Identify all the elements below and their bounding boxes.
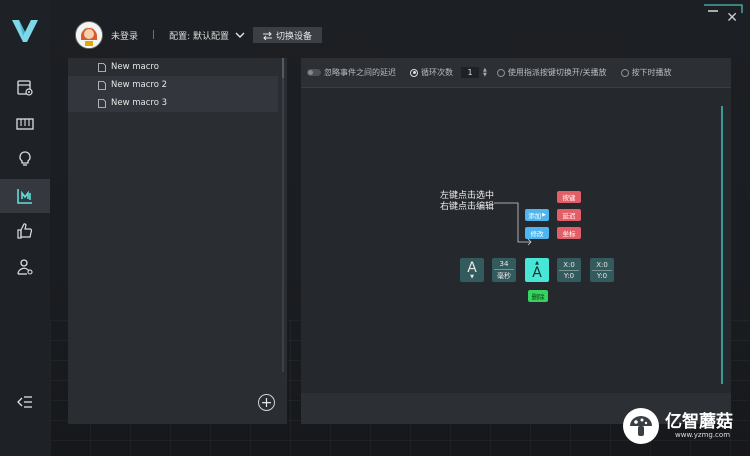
- logo-icon: [12, 20, 38, 42]
- macro-item-label: New macro 3: [111, 98, 168, 108]
- sidebar-item-lighting[interactable]: [0, 142, 50, 176]
- switch-device-label: 切换设备: [275, 31, 312, 42]
- keyboard-icon: [16, 118, 34, 130]
- add-delay-option[interactable]: 延迟: [557, 209, 581, 221]
- modify-event-button[interactable]: 修改: [525, 227, 549, 239]
- key-letter: A: [467, 259, 477, 276]
- add-macro-button[interactable]: +: [258, 394, 275, 411]
- close-button[interactable]: ✕: [726, 11, 738, 25]
- macro-item-label: New macro: [111, 62, 159, 72]
- file-icon: [98, 62, 106, 72]
- chevron-down-icon[interactable]: [235, 30, 245, 40]
- loop-count-stepper[interactable]: ▲ ▼: [483, 67, 487, 78]
- macro-item-label: New macro 2: [111, 80, 168, 90]
- avatar-image: [76, 22, 102, 48]
- macro-list-item[interactable]: New macro 2: [68, 76, 278, 94]
- press-play-option[interactable]: 按下时播放: [620, 67, 672, 78]
- key-letter: A: [532, 264, 542, 281]
- mouse-coord-event[interactable]: X:0 Y:0: [590, 258, 614, 282]
- header: 未登录 | 配置: 默认配置 切换设备: [75, 21, 322, 49]
- delay-event[interactable]: 34 毫秒: [492, 258, 516, 282]
- press-play-label: 按下时播放: [631, 68, 672, 77]
- loop-count-option[interactable]: 循环次数 1 ▲ ▼: [410, 67, 487, 78]
- login-status[interactable]: 未登录: [111, 29, 138, 42]
- sidebar-item-recommend[interactable]: [0, 214, 50, 248]
- thumbs-up-icon: [17, 223, 33, 239]
- hint-connector-line: [494, 202, 532, 246]
- add-label: 添加: [528, 212, 542, 220]
- collapse-sidebar-icon[interactable]: [17, 395, 33, 409]
- key-up-event-selected[interactable]: ▲ A: [525, 258, 549, 282]
- sidebar-item-account[interactable]: [0, 250, 50, 284]
- file-icon: [98, 98, 106, 108]
- watermark-brand: 亿智蘑菇: [665, 412, 733, 432]
- delete-label: 删除: [531, 293, 545, 301]
- swap-icon: [262, 31, 272, 40]
- sidebar-item-keyboard[interactable]: [0, 107, 50, 141]
- macro-list-scroll-thumb[interactable]: [282, 58, 284, 78]
- delay-tag-label: 延迟: [562, 212, 576, 220]
- coord-y: Y:0: [563, 271, 575, 280]
- radio-toggle-play[interactable]: [496, 68, 505, 77]
- add-mouse-option[interactable]: 坐标: [557, 227, 581, 239]
- delete-event-button[interactable]: 删除: [528, 290, 548, 302]
- file-icon: [98, 80, 106, 90]
- user-settings-icon: [17, 259, 33, 275]
- toggle-play-label: 使用指派按键切换开/关播放: [507, 68, 607, 77]
- header-separator: |: [152, 30, 156, 40]
- macro-list-item[interactable]: New macro 3: [68, 94, 278, 112]
- macro-list-panel: New macro New macro 2 New macro 3: [68, 58, 287, 424]
- editor-scrollbar[interactable]: [721, 106, 723, 384]
- radio-loop-count[interactable]: [410, 68, 418, 77]
- watermark: 亿智蘑菇 www.yzmg.com: [623, 408, 733, 444]
- mushroom-logo-icon: [623, 408, 659, 444]
- delay-unit: 毫秒: [497, 271, 511, 280]
- macro-list-scrollbar[interactable]: [282, 58, 284, 372]
- corner-decoration: [704, 4, 743, 13]
- avatar[interactable]: [75, 21, 103, 49]
- device-gear-icon: [17, 80, 33, 96]
- mouse-tag-label: 坐标: [562, 230, 576, 238]
- config-label[interactable]: 配置: 默认配置: [169, 29, 229, 42]
- add-key-option[interactable]: 按键: [557, 191, 581, 203]
- toggle-switch[interactable]: [307, 69, 321, 76]
- coord-x: X:0: [563, 260, 575, 269]
- radio-press-play[interactable]: [620, 68, 629, 77]
- sidebar-item-macro[interactable]: [0, 179, 50, 213]
- hint-line-2: 右键点击编辑: [440, 202, 495, 212]
- coord-y: Y:0: [596, 271, 608, 280]
- macro-list-item[interactable]: New macro: [68, 58, 278, 76]
- editor-toolbar: 忽略事件之间的延迟 循环次数 1 ▲ ▼ 使用指派按键切换开/关播放 按下时播放: [301, 58, 731, 88]
- key-tag-label: 按键: [562, 194, 576, 202]
- mouse-coord-event[interactable]: X:0 Y:0: [557, 258, 581, 282]
- add-event-button[interactable]: 添加 ▶: [525, 209, 549, 221]
- loop-count-input[interactable]: 1: [461, 67, 479, 78]
- key-down-event[interactable]: A ▼: [460, 258, 484, 282]
- coord-x: X:0: [596, 260, 608, 269]
- loop-count-label: 循环次数: [421, 68, 453, 77]
- hint-line-1: 左键点击选中: [440, 191, 495, 201]
- ignore-delay-toggle[interactable]: 忽略事件之间的延迟: [307, 67, 396, 78]
- ignore-delay-label: 忽略事件之间的延迟: [324, 68, 396, 77]
- minimize-button[interactable]: [708, 10, 718, 12]
- sidebar-item-device-settings[interactable]: [0, 71, 50, 105]
- key-direction: ▼: [470, 273, 474, 280]
- switch-device-button[interactable]: 切换设备: [252, 27, 322, 43]
- delay-value: 34: [499, 259, 509, 268]
- macro-icon: [17, 189, 32, 204]
- modify-label: 修改: [530, 230, 544, 238]
- toggle-play-option[interactable]: 使用指派按键切换开/关播放: [496, 67, 607, 78]
- editor-hint: 左键点击选中 右键点击编辑: [440, 191, 494, 213]
- bulb-icon: [19, 151, 31, 166]
- sidebar: [0, 0, 50, 456]
- watermark-url: www.yzmg.com: [675, 431, 731, 439]
